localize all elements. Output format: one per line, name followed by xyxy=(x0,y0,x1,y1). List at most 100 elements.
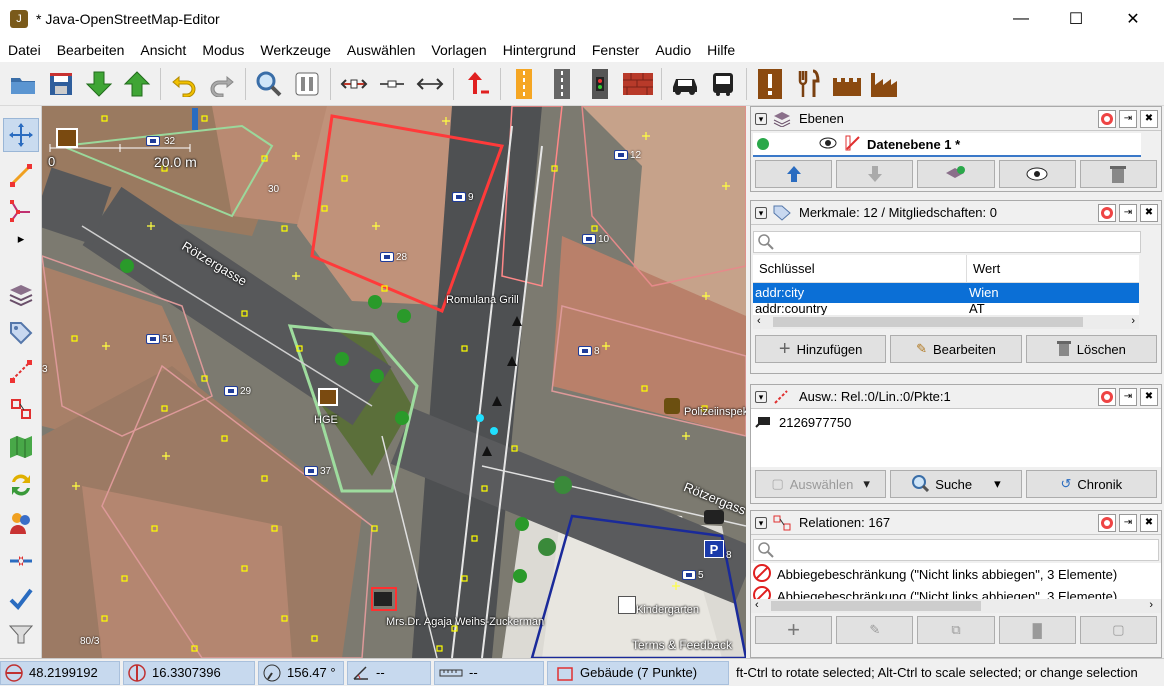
toolbar-separator xyxy=(453,67,454,100)
wall-icon[interactable] xyxy=(620,66,656,102)
menu-audio[interactable]: Audio xyxy=(647,38,699,62)
menu-datei[interactable]: Datei xyxy=(0,38,49,62)
validation-icon[interactable] xyxy=(3,544,39,578)
menu-bearbeiten[interactable]: Bearbeiten xyxy=(49,38,133,62)
tags-icon[interactable] xyxy=(3,316,39,350)
draw-mode-icon[interactable] xyxy=(3,158,39,192)
selection-item[interactable]: 2126977750 xyxy=(779,415,851,430)
horizontal-scrollbar[interactable]: ‹ › xyxy=(751,599,1161,613)
pin-icon[interactable]: ⇥ xyxy=(1119,109,1137,128)
split-way-icon[interactable] xyxy=(336,66,372,102)
close-icon[interactable]: ✖ xyxy=(1140,387,1158,406)
pin-icon[interactable]: ⇥ xyxy=(1119,387,1137,406)
relation-item[interactable]: Abbiegebeschränkung ("Nicht links abbieg… xyxy=(751,563,1161,585)
menu-fenster[interactable]: Fenster xyxy=(584,38,647,62)
visibility-eye-icon[interactable] xyxy=(819,137,837,152)
duplicate-relation-button[interactable]: ⧉ xyxy=(917,616,995,644)
relation-search-input[interactable] xyxy=(753,539,1159,561)
collapse-toggle[interactable]: ▾ xyxy=(755,112,767,125)
reverse-way-icon[interactable] xyxy=(412,66,448,102)
relation-item[interactable]: Abbiegebeschränkung ("Nicht links abbieg… xyxy=(751,585,1161,599)
authors-icon[interactable] xyxy=(3,506,39,540)
selection-list-icon[interactable] xyxy=(3,354,39,388)
delete-tag-button[interactable]: Löschen xyxy=(1025,335,1157,363)
menu-werkzeuge[interactable]: Werkzeuge xyxy=(252,38,339,62)
minimize-button[interactable]: — xyxy=(998,0,1044,38)
pin-icon[interactable]: ⇥ xyxy=(1119,513,1137,532)
move-layer-down-button[interactable] xyxy=(836,160,914,188)
toggle-visibility-button[interactable] xyxy=(998,160,1076,188)
redo-icon[interactable] xyxy=(204,66,240,102)
help-icon[interactable] xyxy=(1098,387,1116,406)
selection-header: ▾ Ausw.: Rel.:0/Lin.:0/Pkte:1 ⇥ ✖ xyxy=(751,385,1161,409)
collapse-toggle[interactable]: ▾ xyxy=(755,206,767,219)
move-layer-up-button[interactable] xyxy=(755,160,833,188)
select-mode-icon[interactable] xyxy=(3,118,39,152)
merge-layers-button[interactable] xyxy=(917,160,995,188)
restaurant-icon[interactable] xyxy=(790,66,826,102)
menu-ansicht[interactable]: Ansicht xyxy=(132,38,194,62)
tag-row-selected[interactable]: addr:city Wien xyxy=(753,283,1139,303)
close-icon[interactable]: ✖ xyxy=(1140,109,1158,128)
map-view[interactable]: 20.0 m 0 Rötzergasse Rötzergass Romulana… xyxy=(42,106,746,658)
castle-icon[interactable] xyxy=(828,66,864,102)
horizontal-scrollbar[interactable]: ‹ › xyxy=(753,315,1139,329)
preferences-icon[interactable] xyxy=(289,66,325,102)
crossing-icon[interactable] xyxy=(506,66,542,102)
collapse-toggle[interactable]: ▾ xyxy=(755,390,767,403)
filter-icon[interactable] xyxy=(3,620,39,648)
open-file-icon[interactable] xyxy=(5,66,41,102)
select-button[interactable]: ▢ Auswählen ▾ xyxy=(755,470,887,498)
upload-icon[interactable] xyxy=(119,66,155,102)
traffic-signals-icon[interactable] xyxy=(582,66,618,102)
select-members-button[interactable]: ▢ xyxy=(1079,616,1158,644)
undo-icon[interactable] xyxy=(166,66,202,102)
zoom-icon[interactable] xyxy=(251,66,287,102)
column-value[interactable]: Wert xyxy=(967,255,1006,282)
menu-vorlagen[interactable]: Vorlagen xyxy=(423,38,494,62)
menu-hintergrund[interactable]: Hintergrund xyxy=(495,38,584,62)
terms-feedback-link[interactable]: Terms & Feedback xyxy=(632,638,732,652)
combine-way-icon[interactable] xyxy=(374,66,410,102)
bus-icon[interactable] xyxy=(705,66,741,102)
relation-list-icon[interactable] xyxy=(3,392,39,426)
search-button[interactable]: Suche ▾ xyxy=(890,470,1022,498)
menu-auswaehlen[interactable]: Auswählen xyxy=(339,38,424,62)
pin-icon[interactable]: ⇥ xyxy=(1119,203,1137,222)
save-icon[interactable] xyxy=(43,66,79,102)
road-icon[interactable] xyxy=(544,66,580,102)
tag-row[interactable]: addr:country AT xyxy=(753,303,1139,315)
tag-search-input[interactable] xyxy=(753,231,1141,253)
menu-hilfe[interactable]: Hilfe xyxy=(699,38,743,62)
edit-relation-button[interactable]: ✎ xyxy=(836,616,914,644)
warning-icon[interactable] xyxy=(752,66,788,102)
add-tag-button[interactable]: + Hinzufügen xyxy=(755,335,887,363)
delete-layer-button[interactable] xyxy=(1079,160,1158,188)
maximize-button[interactable]: ☐ xyxy=(1053,0,1099,38)
layer-row[interactable]: Datenebene 1 * xyxy=(753,133,1141,157)
close-icon[interactable]: ✖ xyxy=(1140,513,1158,532)
new-relation-button[interactable]: + xyxy=(755,616,833,644)
layer-list-icon[interactable] xyxy=(3,278,39,312)
history-button[interactable]: ↺ Chronik xyxy=(1025,470,1157,498)
improve-way-icon[interactable] xyxy=(3,194,39,228)
help-icon[interactable] xyxy=(1098,203,1116,222)
column-key[interactable]: Schlüssel xyxy=(753,255,967,282)
car-icon[interactable] xyxy=(667,66,703,102)
validator-check-icon[interactable] xyxy=(3,582,39,616)
download-icon[interactable] xyxy=(81,66,117,102)
close-button[interactable]: ✕ xyxy=(1110,0,1156,38)
delete-relation-button[interactable]: █ xyxy=(998,616,1076,644)
map-paint-icon[interactable] xyxy=(3,430,39,464)
close-icon[interactable]: ✖ xyxy=(1140,203,1158,222)
factory-icon[interactable] xyxy=(866,66,902,102)
edit-tag-button[interactable]: ✎ Bearbeiten xyxy=(890,335,1022,363)
help-icon[interactable] xyxy=(1098,513,1116,532)
conflict-icon[interactable] xyxy=(3,468,39,502)
menu-modus[interactable]: Modus xyxy=(194,38,252,62)
collapse-toggle[interactable]: ▾ xyxy=(755,516,767,529)
move-up-icon[interactable] xyxy=(459,66,495,102)
house-number: 29 xyxy=(240,386,252,397)
more-modes-icon[interactable]: ▸ xyxy=(3,230,39,248)
help-icon[interactable] xyxy=(1098,109,1116,128)
